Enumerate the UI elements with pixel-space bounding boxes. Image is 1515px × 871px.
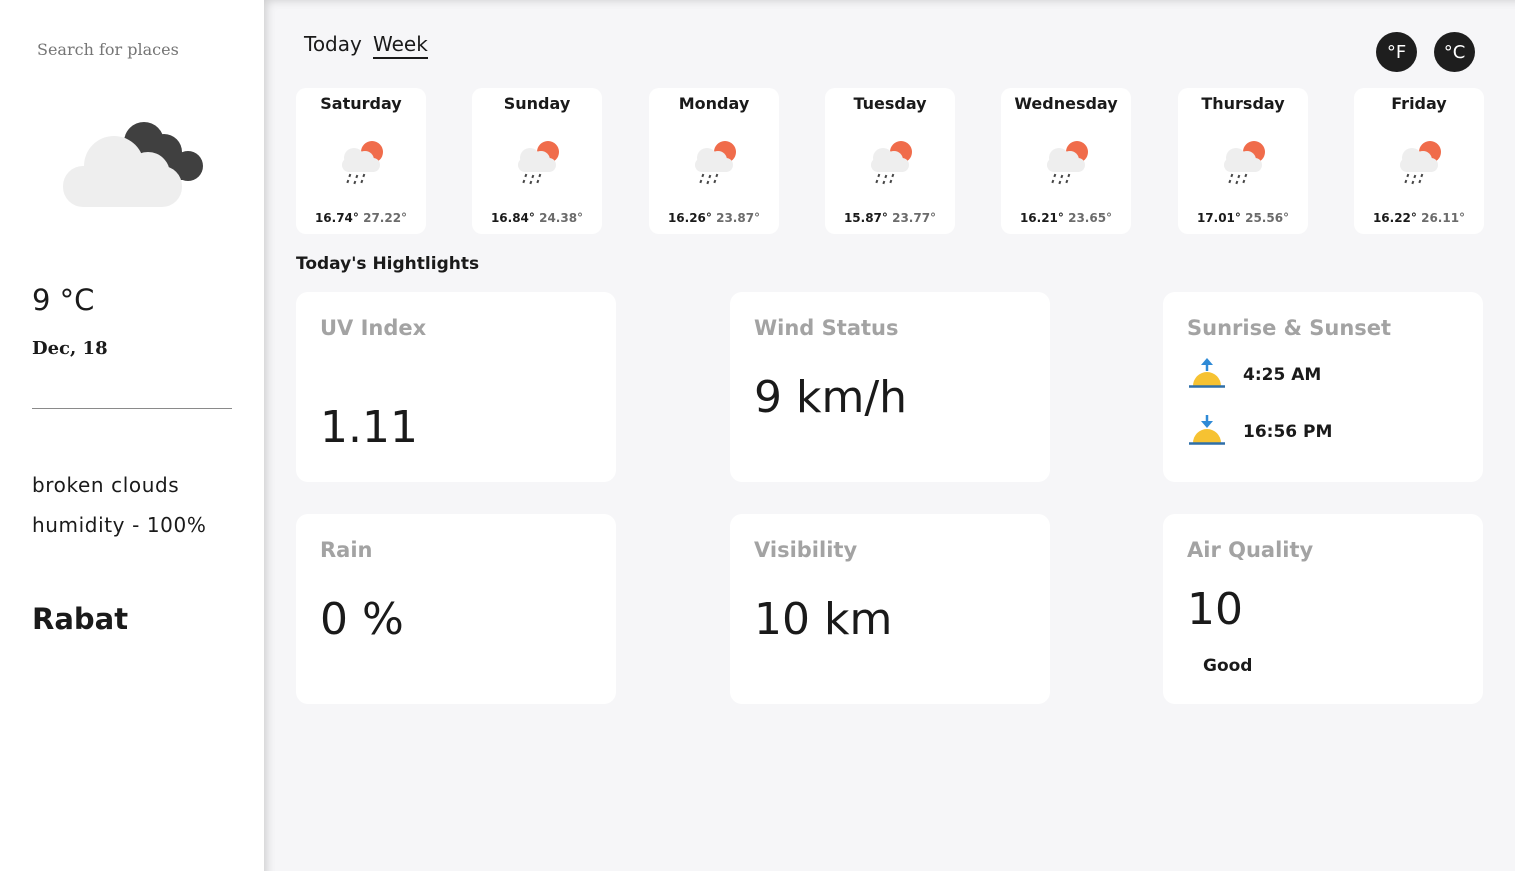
- visibility-card: Visibility 10 km: [730, 514, 1050, 704]
- uv-index-card: UV Index 1.11: [296, 292, 616, 482]
- forecast-min-temp: 16.74°: [314, 211, 359, 225]
- sunrise-icon: [1189, 358, 1225, 388]
- sunrise-row: 4:25 AM: [1187, 358, 1321, 392]
- forecast-temps: 15.87° 23.77°: [825, 211, 955, 225]
- highlights-title: Today's Hightlights: [296, 254, 480, 274]
- air-quality-title: Air Quality: [1187, 538, 1314, 562]
- humidity-text: humidity - 100%: [32, 513, 207, 537]
- sunrise-time: 4:25 AM: [1243, 365, 1322, 385]
- sunset-icon: [1189, 415, 1225, 445]
- forecast-min-temp: 16.84°: [490, 211, 535, 225]
- forecast-temps: 16.26° 23.87°: [649, 211, 779, 225]
- visibility-title: Visibility: [754, 538, 858, 562]
- city-name: Rabat: [32, 602, 129, 636]
- sunrise-sunset-card: Sunrise & Sunset 4:25 AM 16:56 PM: [1163, 292, 1483, 482]
- forecast-min-temp: 15.87°: [843, 211, 888, 225]
- rain-title: Rain: [320, 538, 373, 562]
- rain-sun-icon: [334, 136, 390, 188]
- forecast-card: Wednesday 16.21° 23.65°: [1001, 88, 1131, 234]
- rain-card: Rain 0 %: [296, 514, 616, 704]
- current-temperature: 9 °C: [32, 283, 95, 317]
- forecast-card: Sunday 16.84° 24.38°: [472, 88, 602, 234]
- forecast-card: Tuesday 15.87° 23.77°: [825, 88, 955, 234]
- air-quality-card: Air Quality 10 Good: [1163, 514, 1483, 704]
- air-quality-value: 10: [1187, 584, 1243, 635]
- main-panel: Today Week °F °C Saturday 16.74° 27.22° Su…: [264, 0, 1515, 871]
- forecast-min-temp: 16.21°: [1019, 211, 1064, 225]
- tab-week[interactable]: Week: [373, 32, 428, 59]
- current-date: Dec, 18: [32, 338, 108, 359]
- air-quality-label: Good: [1203, 656, 1253, 676]
- sunset-time: 16:56 PM: [1243, 422, 1333, 442]
- forecast-max-temp: 23.87°: [716, 211, 761, 225]
- forecast-max-temp: 23.65°: [1068, 211, 1113, 225]
- forecast-temps: 17.01° 25.56°: [1178, 211, 1308, 225]
- weather-description: broken clouds: [32, 473, 180, 497]
- rain-sun-icon: [863, 136, 919, 188]
- wind-status-title: Wind Status: [754, 316, 899, 340]
- forecast-temps: 16.21° 23.65°: [1001, 211, 1131, 225]
- forecast-min-temp: 16.26°: [667, 211, 712, 225]
- rain-sun-icon: [1039, 136, 1095, 188]
- uv-index-value: 1.11: [320, 402, 418, 453]
- visibility-value: 10 km: [754, 594, 893, 645]
- divider: [32, 408, 232, 409]
- forecast-day-name: Wednesday: [1014, 94, 1118, 113]
- forecast-day-name: Saturday: [320, 94, 402, 113]
- fahrenheit-button[interactable]: °F: [1376, 32, 1417, 72]
- rain-sun-icon: [1392, 136, 1448, 188]
- forecast-day-name: Thursday: [1201, 94, 1285, 113]
- forecast-temps: 16.22° 26.11°: [1354, 211, 1484, 225]
- forecast-max-temp: 26.11°: [1421, 211, 1466, 225]
- rain-value: 0 %: [320, 594, 404, 645]
- rain-sun-icon: [1216, 136, 1272, 188]
- rain-sun-icon: [687, 136, 743, 188]
- forecast-temps: 16.84° 24.38°: [472, 211, 602, 225]
- forecast-card: Thursday 17.01° 25.56°: [1178, 88, 1308, 234]
- uv-index-title: UV Index: [320, 316, 427, 340]
- forecast-day-name: Sunday: [503, 94, 571, 113]
- forecast-max-temp: 25.56°: [1245, 211, 1290, 225]
- forecast-card: Monday 16.26° 23.87°: [649, 88, 779, 234]
- forecast-min-temp: 17.01°: [1196, 211, 1241, 225]
- forecast-max-temp: 24.38°: [539, 211, 584, 225]
- search-input[interactable]: [37, 38, 237, 60]
- sunrise-sunset-title: Sunrise & Sunset: [1187, 316, 1392, 340]
- forecast-day-name: Monday: [678, 94, 750, 113]
- wind-status-value: 9 km/h: [754, 372, 908, 423]
- wind-status-card: Wind Status 9 km/h: [730, 292, 1050, 482]
- sunset-row: 16:56 PM: [1187, 415, 1332, 449]
- broken-clouds-icon: [63, 122, 203, 207]
- forecast-day-name: Tuesday: [853, 94, 927, 113]
- celsius-button[interactable]: °C: [1434, 32, 1475, 72]
- forecast-card: Saturday 16.74° 27.22°: [296, 88, 426, 234]
- rain-sun-icon: [510, 136, 566, 188]
- forecast-max-temp: 27.22°: [363, 211, 408, 225]
- tab-today[interactable]: Today: [304, 32, 362, 56]
- forecast-card: Friday 16.22° 26.11°: [1354, 88, 1484, 234]
- sidebar: 9 °C Dec, 18 broken clouds humidity - 10…: [0, 0, 264, 871]
- forecast-max-temp: 23.77°: [892, 211, 937, 225]
- forecast-day-name: Friday: [1391, 94, 1447, 113]
- forecast-min-temp: 16.22°: [1372, 211, 1417, 225]
- forecast-temps: 16.74° 27.22°: [296, 211, 426, 225]
